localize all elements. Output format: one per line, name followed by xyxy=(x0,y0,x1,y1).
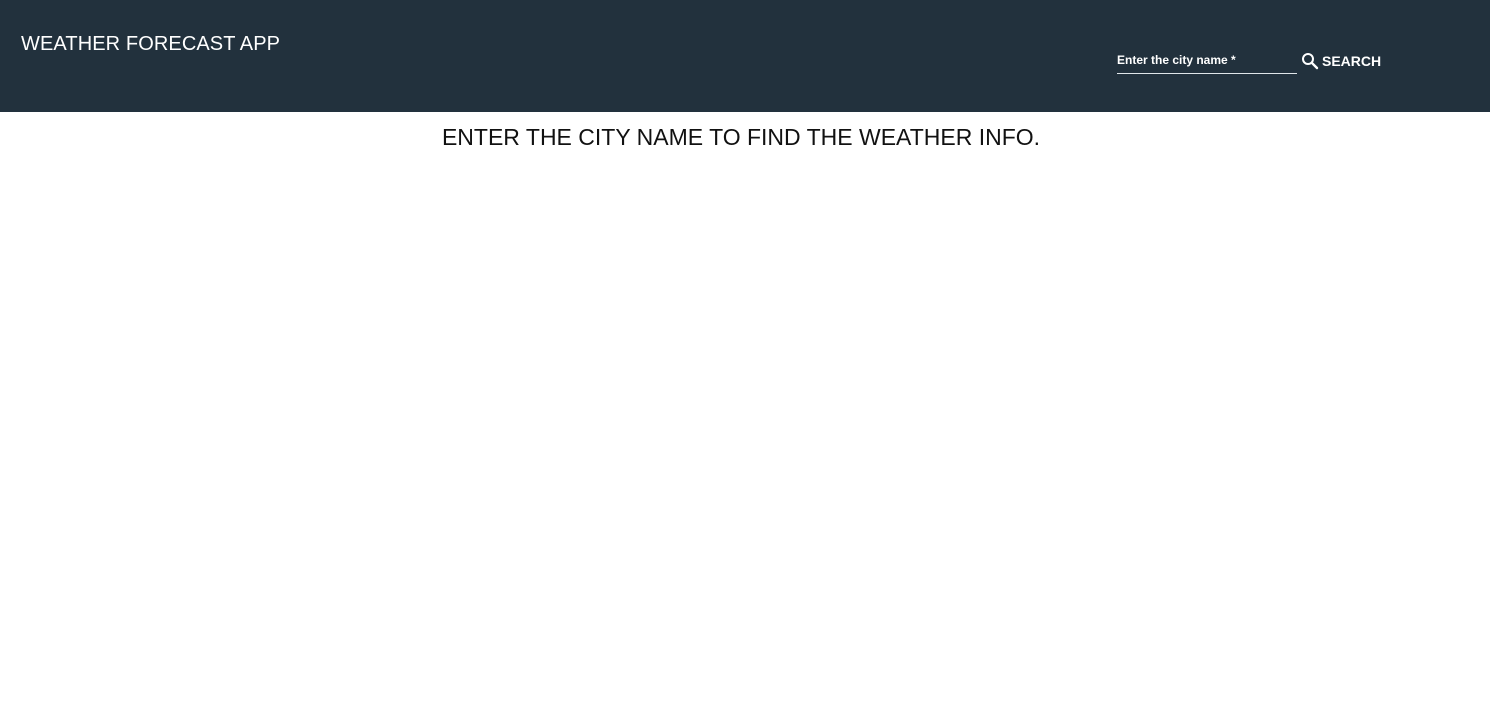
app-bar: WEATHER FORECAST APP Enter the city name… xyxy=(0,0,1490,112)
city-search-input[interactable] xyxy=(1117,48,1297,72)
search-icon xyxy=(1301,52,1319,70)
city-search-field[interactable]: Enter the city name * xyxy=(1117,48,1297,74)
search-button-label: SEARCH xyxy=(1322,53,1382,69)
app-title: WEATHER FORECAST APP xyxy=(21,33,281,55)
empty-state-message: ENTER THE CITY NAME TO FIND THE WEATHER … xyxy=(441,124,1041,150)
search-button[interactable]: SEARCH xyxy=(1297,48,1385,74)
